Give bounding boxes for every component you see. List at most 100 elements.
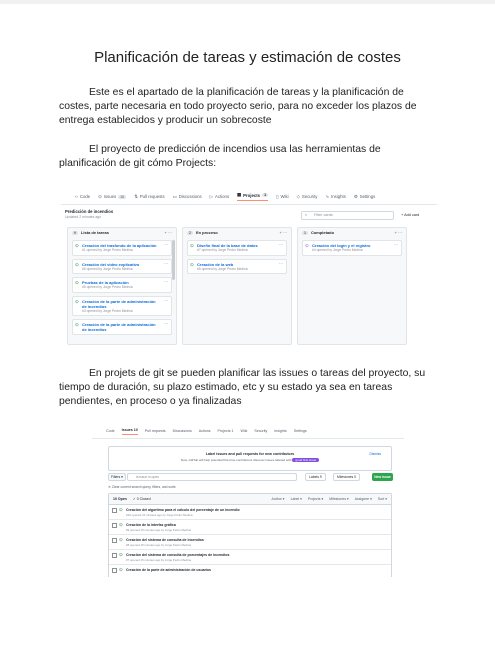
tab-pull-requests[interactable]: Pull requests (145, 429, 166, 433)
tab-security[interactable]: Security (254, 429, 267, 433)
tab-settings[interactable]: Settings (294, 429, 307, 433)
card-menu-icon[interactable]: ··· (164, 261, 168, 266)
issue-title[interactable]: Creación del algoritmo para el calculo d… (126, 508, 240, 512)
issue-row[interactable]: ⊙ Creación del sistema de consulta de inc… (109, 535, 391, 550)
open-issue-icon: ⊙ (119, 566, 123, 572)
open-issue-icon: ⊙ (119, 521, 123, 527)
issue-card[interactable]: ⊙ Creación del trasfondo de la aplicación… (72, 240, 172, 256)
card-title: Creación de la parte de administración d… (82, 322, 156, 332)
tab-pull-requests[interactable]: ⇅ Pull requests (134, 194, 164, 200)
tab-label: Projects (243, 192, 261, 198)
pull-request-icon: ⇅ (134, 193, 138, 199)
column-name: Lista de tareas (80, 230, 109, 235)
filter-placeholder: Filter cards (314, 213, 333, 217)
tab-label: Issues (103, 194, 117, 199)
issue-title[interactable]: Creación del sistema de consulta de porc… (126, 553, 229, 557)
column-menu-button[interactable]: + ··· (395, 230, 402, 235)
issue-row[interactable]: ⊙ Creación del sistema de consulta de por… (109, 550, 391, 565)
banner-title: Label issues and pull requests for new c… (205, 452, 295, 456)
issue-title[interactable]: Creación de la interfaz gráfica (126, 523, 176, 527)
filters-button[interactable]: Filters ▾ (108, 473, 126, 481)
card-menu-icon[interactable]: ··· (394, 242, 398, 247)
intro-paragraph: Este es el apartado de la planificación … (59, 87, 417, 126)
issue-meta: #7 opened 15 minutes ago by Jorge Pedro … (126, 558, 191, 562)
new-issue-button[interactable]: New issue (372, 473, 393, 481)
open-issue-icon: ⊙ (75, 243, 79, 248)
tab-label: Wiki (280, 194, 289, 199)
tab-settings[interactable]: ⚙ Settings (354, 194, 375, 200)
tab-wiki[interactable]: ▯ Wiki (276, 194, 289, 200)
issue-checkbox[interactable] (112, 523, 117, 528)
clear-query-link[interactable]: ✕ Clear current search query, filters, a… (108, 485, 176, 489)
open-issue-icon: ⊙ (75, 298, 79, 304)
tab-discussions[interactable]: Discussions (173, 429, 192, 433)
clear-query-label: Clear current search query, filters, and… (111, 485, 176, 489)
tab-actions[interactable]: ▷ Actions (210, 194, 229, 200)
tab-issues-[interactable]: Issues 10 (121, 428, 138, 435)
open-issue-icon: ⊙ (190, 261, 194, 267)
header-filter-dropdown[interactable]: Sort ▾ (378, 497, 387, 501)
column-name: En proceso (195, 230, 218, 235)
header-filter-dropdown[interactable]: Label ▾ (291, 497, 302, 501)
issue-checkbox[interactable] (112, 538, 117, 543)
issue-checkbox[interactable] (112, 553, 117, 558)
column-menu-button[interactable]: + ··· (165, 230, 172, 235)
tab-insights[interactable]: Insights (274, 429, 286, 433)
header-filter-dropdown[interactable]: Assignee ▾ (355, 497, 372, 501)
issue-checkbox[interactable] (112, 508, 117, 513)
issue-card[interactable]: ⊙ Creación de la parte de administración … (72, 319, 172, 335)
board-column: 9 Lista de tareas + ··· ⊙ Creación del trasf… (67, 227, 177, 345)
issue-card[interactable]: ⊙ Creación del video explicativo #6 opened… (72, 258, 172, 274)
tab-projects[interactable]: ▦ Projects 1 (237, 192, 269, 201)
page-title: Planificación de tareas y estimación de … (94, 49, 401, 66)
search-icon: ⌕ (305, 213, 308, 217)
issue-title[interactable]: Creación de la parte de administración d… (126, 568, 211, 572)
add-card-button[interactable]: + Add card (401, 213, 419, 217)
tab-issues[interactable]: ⊙ Issues 10 (98, 193, 127, 200)
issue-row[interactable]: ⊙ Creación de la interfaz gráfica #9 opene… (109, 520, 391, 535)
document-page: Planificación de tareas y estimación de … (0, 4, 495, 647)
issue-row[interactable]: ⊙ Creación del algoritmo para el calculo … (109, 505, 391, 520)
issue-row[interactable]: ⊙ Creación de la parte de administración … (109, 565, 391, 577)
card-menu-icon[interactable]: ··· (164, 279, 168, 284)
card-menu-icon[interactable]: ··· (279, 261, 283, 266)
milestones-button[interactable]: Milestones 0 (333, 473, 361, 481)
column-scrollbar[interactable] (172, 240, 175, 280)
labels-button[interactable]: Labels 9 (305, 473, 326, 481)
issue-card[interactable]: ⊙ Diseño final de la base de datos #7 open… (187, 240, 287, 256)
issue-card[interactable]: ⊙ Creación del login y el registro #4 open… (302, 240, 402, 256)
issue-card[interactable]: ⊙ Creación de la web #5 opened by Jorge Pe… (187, 258, 287, 274)
dismiss-button[interactable]: Dismiss (369, 452, 381, 456)
closed-issues-tab[interactable]: ✓ 0 Closed (133, 497, 151, 501)
card-subtitle: #5 opened by Jorge Pedro Medina (82, 285, 133, 289)
tab-code[interactable]: Code (106, 429, 115, 433)
header-filter-dropdown[interactable]: Milestones ▾ (329, 497, 348, 501)
card-menu-icon[interactable]: ··· (279, 242, 283, 247)
open-issues-tab[interactable]: 10 Open (113, 497, 127, 501)
issue-card[interactable]: ⊙ Pruebas de la aplicación #5 opened by Jo… (72, 277, 172, 293)
header-filter-dropdown[interactable]: Projects ▾ (308, 497, 323, 501)
issues-search-input[interactable]: is:issue is:open (127, 473, 297, 481)
card-menu-icon[interactable]: ··· (164, 298, 168, 303)
issue-title[interactable]: Creación del sistema de consulta de ince… (126, 538, 204, 542)
column-menu-button[interactable]: + ··· (280, 230, 287, 235)
project-header: Predicción de incendios Updated 2 minute… (65, 209, 113, 219)
discussion-icon: ▭ (172, 193, 177, 199)
tab-security[interactable]: ◇ Security (297, 194, 318, 200)
card-subtitle: #6 opened by Jorge Pedro Medina (82, 266, 133, 271)
card-menu-icon[interactable]: ··· (164, 242, 168, 247)
issue-icon: ⊙ (98, 193, 102, 199)
tab-insights[interactable]: ∿ Insights (325, 194, 345, 200)
tab-code[interactable]: ‹› Code (75, 194, 90, 199)
card-menu-icon[interactable]: ··· (164, 321, 168, 326)
tab-actions[interactable]: Actions (199, 429, 211, 433)
filter-cards-input[interactable]: ⌕ Filter cards (301, 211, 394, 220)
issue-meta: #10 opened 15 minutes ago by Jorge Pedro… (126, 513, 193, 517)
header-filter-dropdown[interactable]: Author ▾ (272, 497, 285, 501)
issue-card[interactable]: ⊙ Creación de la parte de administración … (72, 295, 172, 316)
tab-wiki[interactable]: Wiki (241, 429, 248, 433)
issue-checkbox[interactable] (112, 568, 117, 573)
tab-discussions[interactable]: ▭ Discussions (173, 194, 202, 200)
issues-list: 10 Open ✓ 0 Closed Author ▾ Label ▾ Projec… (108, 493, 392, 577)
tab-projects-[interactable]: Projects 1 (218, 429, 234, 433)
